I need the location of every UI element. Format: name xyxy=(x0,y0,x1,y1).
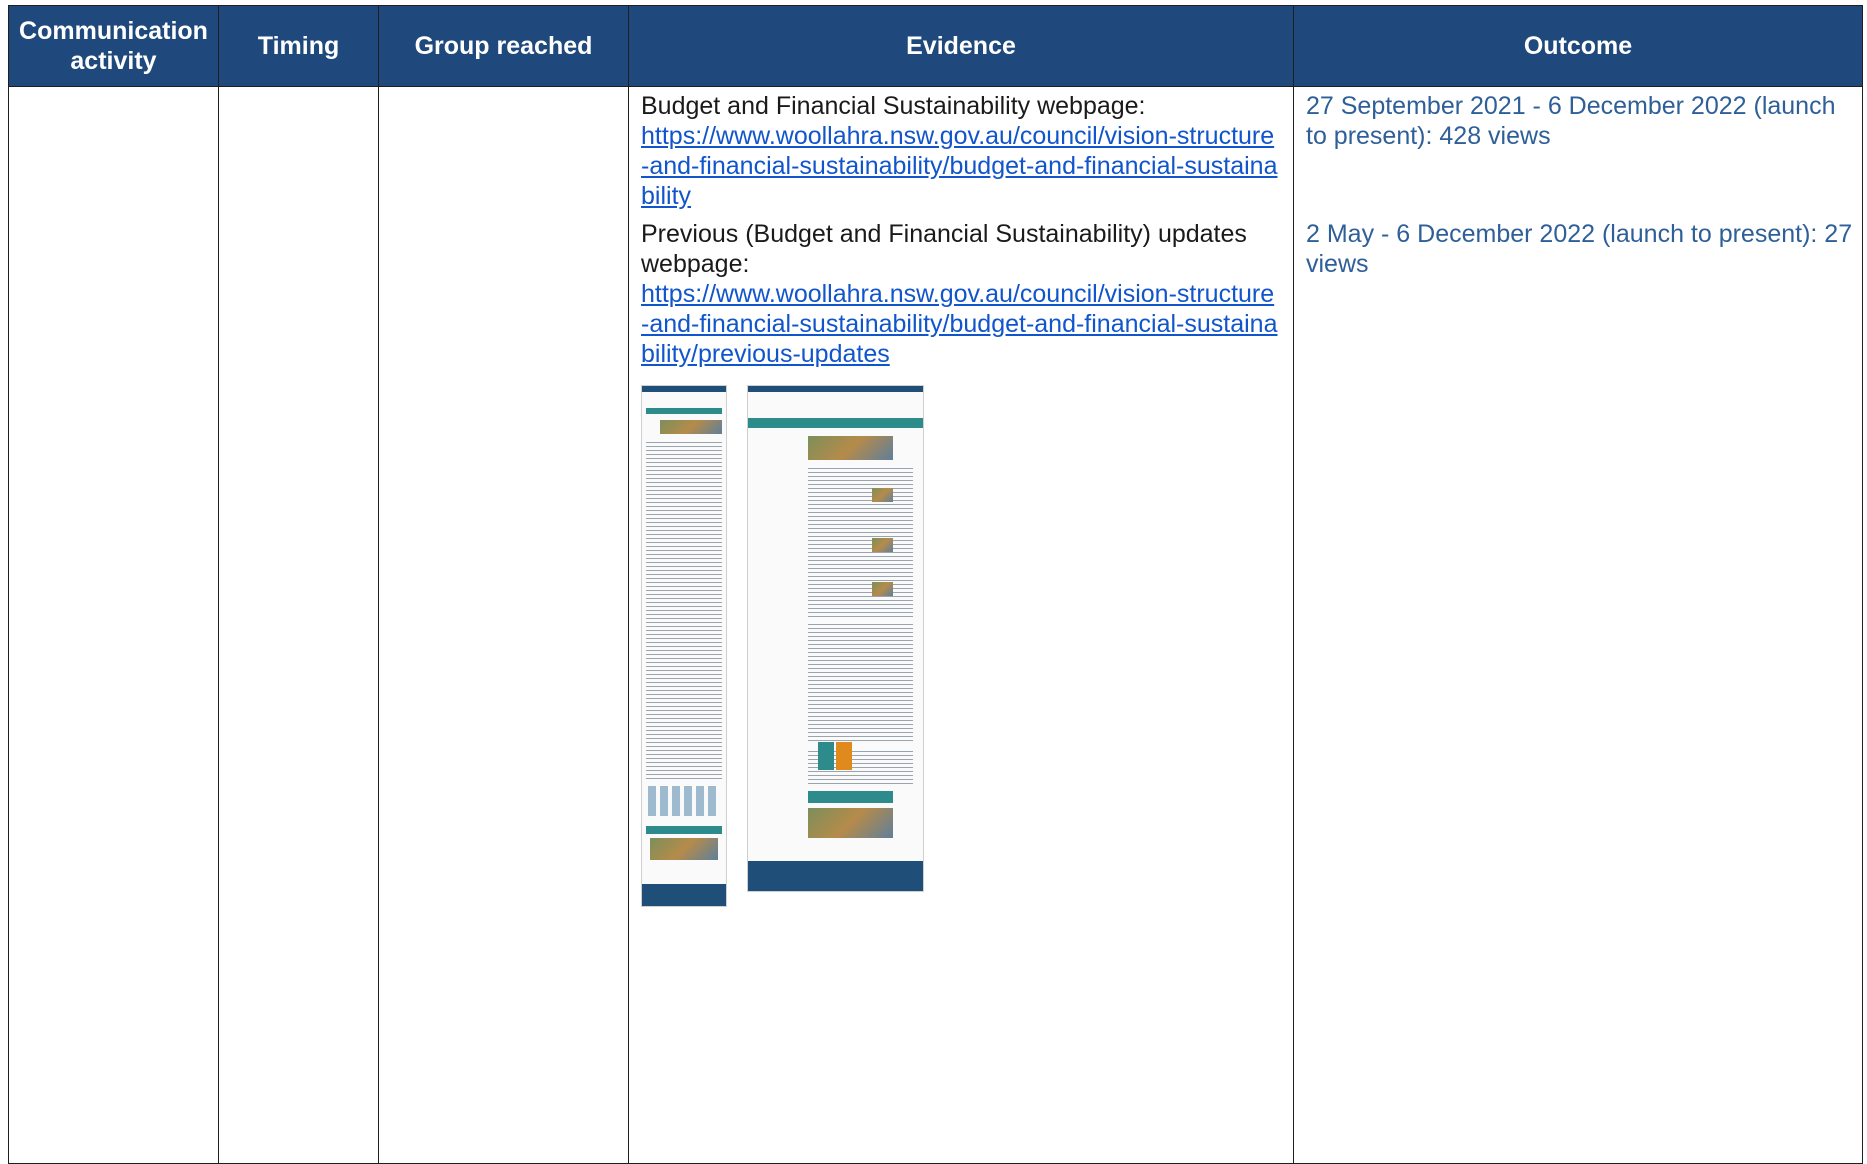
table-row: Budget and Financial Sustainability webp… xyxy=(8,86,1863,1164)
evidence-item-budget: Budget and Financial Sustainability webp… xyxy=(641,91,1281,211)
cell-timing xyxy=(218,86,379,1164)
evidence-link[interactable]: https://www.woollahra.nsw.gov.au/council… xyxy=(641,280,1277,368)
webpage-screenshot-thumbnail xyxy=(747,385,924,892)
evidence-item-previous-updates: Previous (Budget and Financial Sustainab… xyxy=(641,219,1281,369)
webpage-screenshots xyxy=(641,385,1281,1005)
outcome-budget-webpage-views: 27 September 2021 - 6 December 2022 (lau… xyxy=(1306,92,1836,150)
header-group-reached: Group reached xyxy=(378,5,629,87)
cell-outcome: 27 September 2021 - 6 December 2022 (lau… xyxy=(1293,86,1863,1164)
cell-evidence: Budget and Financial Sustainability webp… xyxy=(628,86,1294,1164)
outcome-previous-updates-views: 2 May - 6 December 2022 (launch to prese… xyxy=(1306,220,1853,278)
evidence-link[interactable]: https://www.woollahra.nsw.gov.au/council… xyxy=(641,122,1277,210)
communication-table: Communication activity Timing Group reac… xyxy=(8,5,1863,1164)
header-row: Communication activity Timing Group reac… xyxy=(8,5,1863,87)
evidence-label: Budget and Financial Sustainability webp… xyxy=(641,92,1146,120)
header-timing: Timing xyxy=(218,5,379,87)
header-evidence: Evidence xyxy=(628,5,1294,87)
evidence-label: Previous (Budget and Financial Sustainab… xyxy=(641,220,1247,278)
header-communication-activity: Communication activity xyxy=(8,5,219,87)
cell-group-reached xyxy=(378,86,629,1164)
cell-communication-activity xyxy=(8,86,219,1164)
header-outcome: Outcome xyxy=(1293,5,1863,87)
webpage-screenshot-thumbnail xyxy=(641,385,727,907)
